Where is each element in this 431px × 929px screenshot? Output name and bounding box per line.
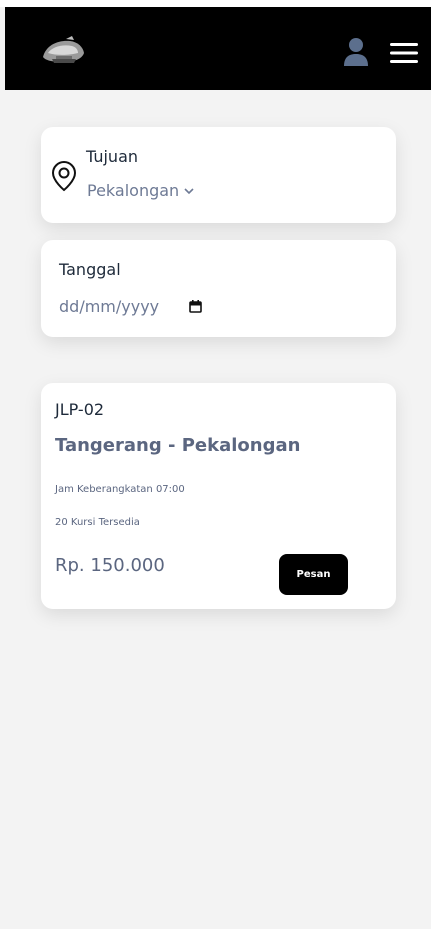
trip-route: Tangerang - Pekalongan [55, 435, 301, 456]
destination-label: Tujuan [86, 147, 139, 166]
location-pin-icon [51, 160, 77, 192]
date-card: Tanggal dd/mm/yyyy [41, 240, 396, 337]
date-input[interactable]: dd/mm/yyyy [59, 297, 202, 316]
user-icon[interactable] [342, 37, 370, 67]
trip-code: JLP-02 [55, 400, 105, 419]
bus-logo-icon[interactable] [38, 35, 88, 69]
destination-value: Pekalongan [87, 181, 180, 200]
destination-select[interactable]: Pekalongan [87, 181, 194, 200]
trip-card: JLP-02 Tangerang - Pekalongan Jam Kebera… [41, 383, 396, 609]
trip-available-seats: 20 Kursi Tersedia [55, 517, 140, 528]
trip-departure-time: Jam Keberangkatan 07:00 [55, 484, 185, 495]
calendar-icon[interactable] [189, 300, 202, 313]
top-strip [0, 0, 431, 7]
date-placeholder: dd/mm/yyyy [59, 297, 160, 316]
trip-price: Rp. 150.000 [55, 555, 165, 576]
book-button[interactable]: Pesan [279, 554, 348, 595]
page: Tujuan Pekalongan Tanggal dd/mm/yyyy JLP… [0, 0, 431, 929]
chevron-down-icon [184, 188, 194, 195]
navbar [5, 7, 431, 90]
hamburger-menu-icon[interactable] [387, 41, 421, 65]
destination-card: Tujuan Pekalongan [41, 127, 396, 223]
date-label: Tanggal [59, 260, 121, 279]
